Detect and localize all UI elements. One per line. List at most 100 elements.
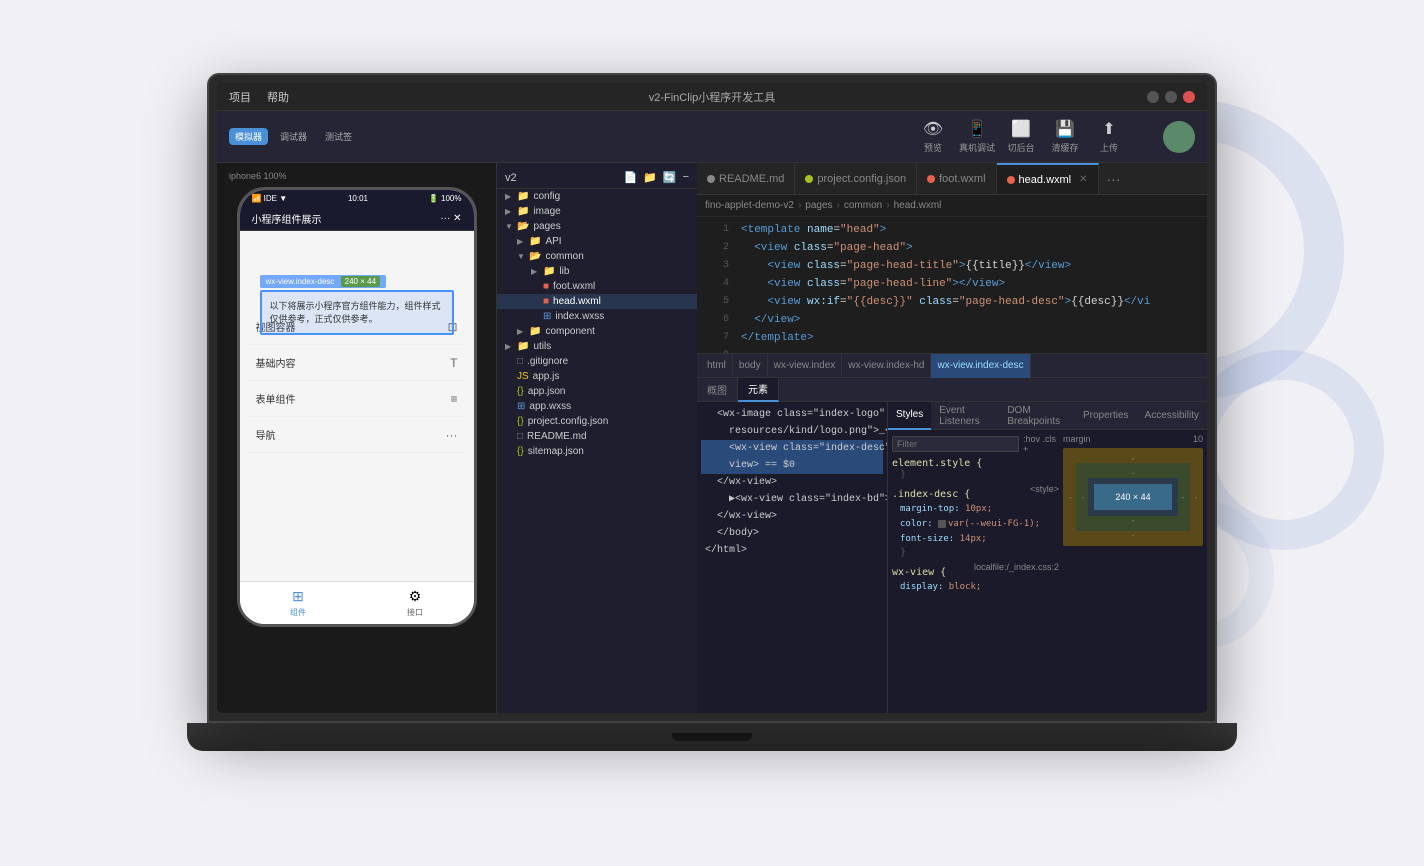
tree-appwxss[interactable]: ▶ ⊞ app.wxss bbox=[497, 399, 697, 414]
html-line-8: </body> bbox=[701, 525, 883, 542]
tree-config[interactable]: ▶ 📁 config bbox=[497, 189, 697, 204]
phone-info: iphone6 100% bbox=[225, 171, 488, 181]
html-line-6: ▶<wx-view class="index-bd">_</wx-view> bbox=[701, 491, 883, 508]
tree-component[interactable]: ▶ 📁 component bbox=[497, 324, 697, 339]
refresh-icon[interactable]: 🔄 bbox=[663, 171, 677, 184]
line-num-7: 7 bbox=[705, 329, 729, 347]
tree-appjson[interactable]: ▶ {} app.json bbox=[497, 384, 697, 399]
tab-readme[interactable]: README.md bbox=[697, 163, 795, 195]
box-border: - - 240 × 44 - bbox=[1076, 463, 1191, 531]
code-editor[interactable]: 1 <template name="head"> 2 <view class="… bbox=[697, 217, 1207, 353]
new-folder-icon[interactable]: 📁 bbox=[643, 171, 657, 184]
code-line-7: 7 </template> bbox=[697, 329, 1207, 347]
style-rule-header: .index-desc { <style> bbox=[892, 484, 1059, 502]
tab-headwxml[interactable]: head.wxml ✕ bbox=[997, 163, 1099, 195]
html-line-5: </wx-view> bbox=[701, 474, 883, 491]
tab-label-projcfg: project.config.json bbox=[817, 173, 906, 185]
tree-foot-wxml[interactable]: ▶ ■ foot.wxml bbox=[497, 279, 697, 294]
background-btn[interactable]: ⬜ 切后台 bbox=[999, 116, 1043, 158]
wxml-icon-head: ■ bbox=[543, 296, 549, 307]
tree-image[interactable]: ▶ 📁 image bbox=[497, 204, 697, 219]
maximize-btn[interactable] bbox=[1165, 91, 1177, 103]
tab-more[interactable]: ··· bbox=[1099, 171, 1129, 187]
menu-project[interactable]: 项目 bbox=[229, 89, 251, 105]
tree-sitemap[interactable]: ▶ {} sitemap.json bbox=[497, 444, 697, 459]
sp-tab-accessibility[interactable]: Accessibility bbox=[1137, 402, 1207, 430]
nav-item-nav[interactable]: 导航 ··· bbox=[248, 417, 466, 453]
simulator-btn[interactable]: 模拟器 bbox=[229, 128, 268, 145]
tree-arrow-api: ▶ bbox=[517, 237, 529, 246]
ide-top-toolbar: 模拟器 调试器 测试签 👁 预览 📱 bbox=[217, 111, 1207, 163]
test-btn[interactable]: 测试签 bbox=[319, 128, 358, 145]
tree-item-label-component: component bbox=[545, 326, 594, 337]
tree-item-label-pages: pages bbox=[533, 221, 560, 232]
line-content-2: <view class="page-head"> bbox=[741, 239, 913, 257]
tag-nav-html[interactable]: html bbox=[701, 354, 733, 378]
bp-tab-overview[interactable]: 概图 bbox=[697, 378, 738, 402]
bottom-panel-tabs: 概图 元素 bbox=[697, 378, 1207, 402]
tree-api[interactable]: ▶ 📁 API bbox=[497, 234, 697, 249]
tab-close-head[interactable]: ✕ bbox=[1079, 174, 1087, 185]
tag-nav-wxview-index-hd[interactable]: wx-view.index-hd bbox=[842, 354, 931, 378]
sp-tab-properties[interactable]: Properties bbox=[1075, 402, 1137, 430]
sp-tab-dom-breakpoints[interactable]: DOM Breakpoints bbox=[999, 402, 1075, 430]
tag-nav-wxview-index[interactable]: wx-view.index bbox=[768, 354, 843, 378]
tree-index-wxss[interactable]: ▶ ⊞ index.wxss bbox=[497, 309, 697, 324]
box-border-right: - bbox=[1182, 493, 1185, 502]
bottom-nav-component[interactable]: ⊞ 组件 bbox=[290, 588, 306, 618]
user-avatar[interactable] bbox=[1163, 121, 1195, 153]
bp-tab-elements[interactable]: 元素 bbox=[738, 378, 779, 402]
nav-item-basic-content[interactable]: 基础内容 T bbox=[248, 345, 466, 381]
background-icon: ⬜ bbox=[1011, 119, 1031, 139]
file-tree-actions: 📄 📁 🔄 − bbox=[623, 171, 689, 184]
clear-cache-icon: 💾 bbox=[1055, 119, 1075, 139]
breadcrumb-1: fino-applet-demo-v2 bbox=[705, 200, 794, 211]
html-line-3: <wx-view class="index-desc">以下将展示小程序官方组件… bbox=[701, 440, 883, 457]
nav-item-form[interactable]: 表单组件 ≡ bbox=[248, 381, 466, 417]
tag-nav-wxview-index-desc[interactable]: wx-view.index-desc bbox=[931, 354, 1030, 378]
collapse-icon[interactable]: − bbox=[683, 171, 689, 184]
tab-projectconfig[interactable]: project.config.json bbox=[795, 163, 917, 195]
nav-item-icon-2: ≡ bbox=[450, 392, 457, 406]
tree-gitignore[interactable]: ▶ □ .gitignore bbox=[497, 354, 697, 369]
clear-cache-btn[interactable]: 💾 清缓存 bbox=[1043, 116, 1087, 158]
style-prop-margin-top: margin-top: 10px; bbox=[892, 502, 1059, 517]
minimize-btn[interactable] bbox=[1147, 91, 1159, 103]
sp-tab-styles[interactable]: Styles bbox=[888, 402, 931, 430]
preview-btn[interactable]: 👁 预览 bbox=[911, 116, 955, 158]
tree-common[interactable]: ▼ 📂 common bbox=[497, 249, 697, 264]
styles-filter-input[interactable] bbox=[892, 436, 1019, 452]
html-line-7: </wx-view> bbox=[701, 508, 883, 525]
window-controls bbox=[1147, 91, 1195, 103]
close-btn[interactable] bbox=[1183, 91, 1195, 103]
bottom-nav-interface[interactable]: ⚙ 接口 bbox=[407, 588, 423, 618]
tree-projectconfig[interactable]: ▶ {} project.config.json bbox=[497, 414, 697, 429]
element-highlight: wx-view.index-desc 240 × 44 以下将展示小程序官方组件… bbox=[260, 271, 454, 335]
device-debug-btn[interactable]: 📱 真机调试 bbox=[955, 116, 999, 158]
clear-cache-label: 清缓存 bbox=[1051, 141, 1078, 154]
line-num-2: 2 bbox=[705, 239, 729, 257]
sp-tab-event-listeners[interactable]: Event Listeners bbox=[931, 402, 999, 430]
tree-arrow-image: ▶ bbox=[505, 207, 517, 216]
bottom-panel: html body wx-view.index wx-view.index-hd… bbox=[697, 353, 1207, 713]
menu-help[interactable]: 帮助 bbox=[267, 89, 289, 105]
tag-nav-body[interactable]: body bbox=[733, 354, 768, 378]
code-line-1: 1 <template name="head"> bbox=[697, 221, 1207, 239]
tree-utils[interactable]: ▶ 📁 utils bbox=[497, 339, 697, 354]
tree-appjs[interactable]: ▶ JS app.js bbox=[497, 369, 697, 384]
upload-btn[interactable]: ⬆ 上传 bbox=[1087, 116, 1131, 158]
tree-pages[interactable]: ▼ 📂 pages bbox=[497, 219, 697, 234]
upload-icon: ⬆ bbox=[1102, 119, 1115, 139]
folder-icon-image: 📁 bbox=[517, 206, 529, 217]
tree-lib[interactable]: ▶ 📁 lib bbox=[497, 264, 697, 279]
tree-item-label-utils: utils bbox=[533, 341, 551, 352]
tab-footwxml[interactable]: foot.wxml bbox=[917, 163, 996, 195]
tree-head-wxml[interactable]: ▶ ■ head.wxml bbox=[497, 294, 697, 309]
folder-icon-common: 📂 bbox=[529, 251, 541, 262]
tree-readme[interactable]: ▶ □ README.md bbox=[497, 429, 697, 444]
line-num-3: 3 bbox=[705, 257, 729, 275]
new-file-icon[interactable]: 📄 bbox=[623, 171, 637, 184]
phone-bottom-nav: ⊞ 组件 ⚙ 接口 bbox=[240, 581, 474, 624]
debugger-btn[interactable]: 调试器 bbox=[274, 128, 313, 145]
style-selector-element: element.style { bbox=[892, 458, 1059, 469]
